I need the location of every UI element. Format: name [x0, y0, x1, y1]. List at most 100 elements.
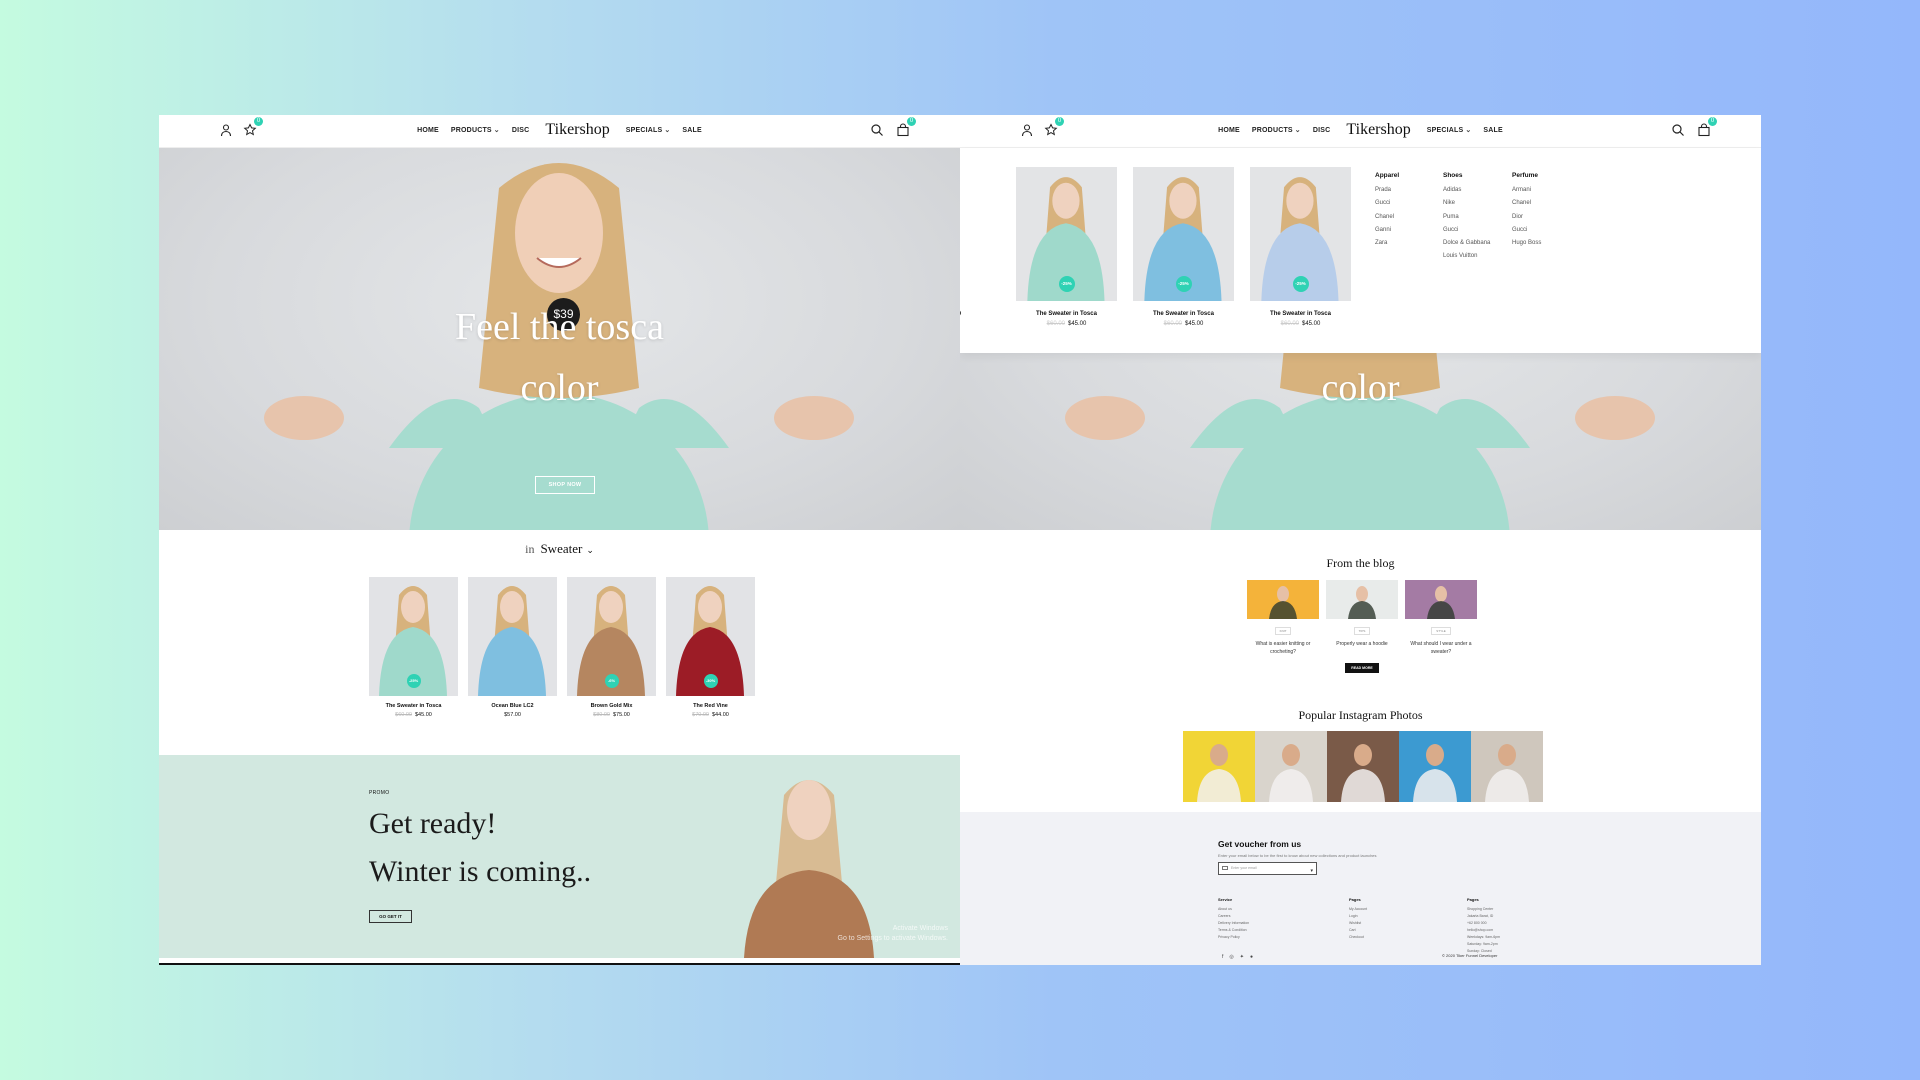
cart-icon[interactable]: 0 [896, 117, 916, 137]
menu-home[interactable]: HOME [1218, 127, 1240, 134]
pinterest-icon[interactable]: ● [1250, 954, 1253, 960]
mega-product-card[interactable]: -25% The Sweater in Tosca $60.00 $45.00 [1133, 167, 1234, 327]
menu-products-label: PRODUCTS [1251, 127, 1293, 134]
mega-menu-link[interactable]: Prada [1375, 184, 1399, 197]
blog-post-image[interactable] [1326, 580, 1398, 619]
footer-column: Service About us Careers Delivery Informati… [1218, 897, 1249, 941]
footer-link[interactable]: Checkout [1349, 934, 1367, 941]
blog-post-title[interactable]: What is easier knitting or crocheting? [1247, 640, 1319, 656]
menu-home[interactable]: HOME [417, 127, 439, 134]
cart-icon[interactable]: 0 [1697, 117, 1717, 137]
instagram-photo[interactable] [1255, 731, 1327, 802]
product-image[interactable]: -25% [1016, 167, 1117, 301]
mega-menu-link[interactable]: Gucci [1512, 224, 1541, 237]
menu-disc[interactable]: DISC [512, 127, 530, 134]
menu-products[interactable]: PRODUCTS ⌄ [1252, 126, 1301, 134]
blog-post[interactable]: STYLE What should I wear under a sweater? [1405, 580, 1477, 656]
mega-menu-link[interactable]: Nike [1443, 197, 1490, 210]
instagram-icon[interactable]: ◎ [1229, 954, 1233, 960]
menu-sale[interactable]: SALE [1483, 127, 1502, 134]
mega-product-card[interactable]: -25% The Sweater in Tosca $60.00 $45.00 [1250, 167, 1351, 327]
blog-post[interactable]: KNIT What is easier knitting or crochetin… [1247, 580, 1319, 656]
site-logo[interactable]: Tikershop [545, 121, 609, 139]
wishlist-icon[interactable]: 0 [1044, 117, 1064, 137]
footer-link[interactable]: My Account [1349, 906, 1367, 913]
product-image[interactable]: -25% [1250, 167, 1351, 301]
product-image[interactable]: -25% [369, 577, 458, 696]
product-card[interactable]: -30% The Red Vine $70.00 $44.00 [666, 577, 755, 718]
blog-post-image[interactable] [1405, 580, 1477, 619]
mega-menu-link[interactable]: Dior [1512, 211, 1541, 224]
product-card[interactable]: Ocean Blue LC2 $57.00 [468, 577, 557, 718]
mega-menu-link[interactable]: Gucci [1375, 197, 1399, 210]
old-price: $70.00 [692, 712, 709, 718]
shop-now-button[interactable]: SHOP NOW [535, 476, 595, 494]
blog-post-title[interactable]: What should I wear under a sweater? [1405, 640, 1477, 656]
divider [159, 963, 960, 965]
blog-post[interactable]: TIPS Properly wear a hoodie [1326, 580, 1398, 656]
promo-label: PROMO [369, 790, 390, 796]
windows-watermark: Activate Windows Go to Settings to activ… [838, 924, 949, 944]
mega-menu-link[interactable]: Chanel [1512, 197, 1541, 210]
blog-post-title[interactable]: Properly wear a hoodie [1326, 640, 1398, 648]
instagram-photo[interactable] [1399, 731, 1471, 802]
mega-menu-link[interactable]: Dolce & Gabbana [1443, 237, 1490, 250]
submit-arrow-icon[interactable]: ▾ [1310, 866, 1313, 877]
mega-menu-link[interactable]: Puma [1443, 211, 1490, 224]
menu-products[interactable]: PRODUCTS ⌄ [451, 126, 500, 134]
facebook-icon[interactable]: f [1222, 954, 1223, 960]
footer-link[interactable]: Privacy Policy [1218, 934, 1249, 941]
main-menu: HOME PRODUCTS ⌄ DISC Tikershop SPECIALS ⌄ … [417, 121, 702, 139]
mega-menu-link[interactable]: Hugo Boss [1512, 237, 1541, 250]
read-more-button[interactable]: READ MORE [1345, 663, 1379, 673]
menu-disc[interactable]: DISC [1313, 127, 1331, 134]
user-icon[interactable] [219, 123, 233, 137]
slider-dot[interactable] [960, 310, 961, 316]
mega-menu-link[interactable]: Chanel [1375, 211, 1399, 224]
footer-link[interactable]: About us [1218, 906, 1249, 913]
footer-link[interactable]: Terms & Condition [1218, 927, 1249, 934]
product-image[interactable]: -6% [567, 577, 656, 696]
footer-link[interactable]: Wishlist [1349, 920, 1367, 927]
menu-specials[interactable]: SPECIALS ⌄ [626, 126, 671, 134]
mega-menu-link[interactable]: Ganni [1375, 224, 1399, 237]
product-image[interactable]: -25% [1133, 167, 1234, 301]
search-icon[interactable] [870, 123, 884, 137]
footer-link[interactable]: Login [1349, 913, 1367, 920]
mega-menu-link[interactable]: Louis Vuitton [1443, 250, 1490, 263]
twitter-icon[interactable]: ✦ [1240, 954, 1244, 960]
product-image[interactable] [468, 577, 557, 696]
instagram-photo[interactable] [1327, 731, 1399, 802]
product-card[interactable]: -25% The Sweater in Tosca $60.00 $45.00 [369, 577, 458, 718]
footer-link[interactable]: Careers [1218, 913, 1249, 920]
mega-column-shoes: Shoes Adidas Nike Puma Gucci Dolce & Gabbana L… [1443, 172, 1490, 264]
mega-menu-link[interactable]: Zara [1375, 237, 1399, 250]
footer-link[interactable]: Delivery Information [1218, 920, 1249, 927]
footer-link[interactable]: Cart [1349, 927, 1367, 934]
instagram-photo[interactable] [1183, 731, 1255, 802]
instagram-photo[interactable] [1471, 731, 1543, 802]
discount-badge: -25% [1175, 276, 1192, 292]
go-get-it-button[interactable]: GO GET IT [369, 910, 412, 923]
menu-specials[interactable]: SPECIALS ⌄ [1427, 126, 1472, 134]
search-icon[interactable] [1671, 123, 1685, 137]
mega-menu-link[interactable]: Armani [1512, 184, 1541, 197]
blog-post-image[interactable] [1247, 580, 1319, 619]
email-input[interactable]: Enter your email ▾ [1218, 862, 1317, 875]
mega-product-card[interactable]: -25% The Sweater in Tosca $60.00 $45.00 [1016, 167, 1117, 327]
product-price-row: $70.00 $44.00 [666, 712, 755, 718]
mega-menu-link[interactable]: Adidas [1443, 184, 1490, 197]
product-image[interactable]: -30% [666, 577, 755, 696]
homepage-right: 0 HOME PRODUCTS ⌄ DISC Tikershop SPECIALS… [960, 115, 1761, 965]
wishlist-icon[interactable]: 0 [243, 117, 263, 137]
user-icon[interactable] [1020, 123, 1034, 137]
mega-menu-link[interactable]: Gucci [1443, 224, 1490, 237]
category-selector[interactable]: in Sweater ⌄ [159, 541, 960, 557]
product-card[interactable]: -6% Brown Gold Mix $80.00 $75.00 [567, 577, 656, 718]
slider-dots[interactable] [960, 310, 962, 342]
mega-column-title: Perfume [1512, 172, 1539, 179]
menu-sale[interactable]: SALE [682, 127, 701, 134]
footer-link: Weekdays: 9am-6pm [1467, 935, 1501, 939]
site-logo[interactable]: Tikershop [1346, 121, 1410, 139]
product-name: Brown Gold Mix [590, 703, 633, 709]
